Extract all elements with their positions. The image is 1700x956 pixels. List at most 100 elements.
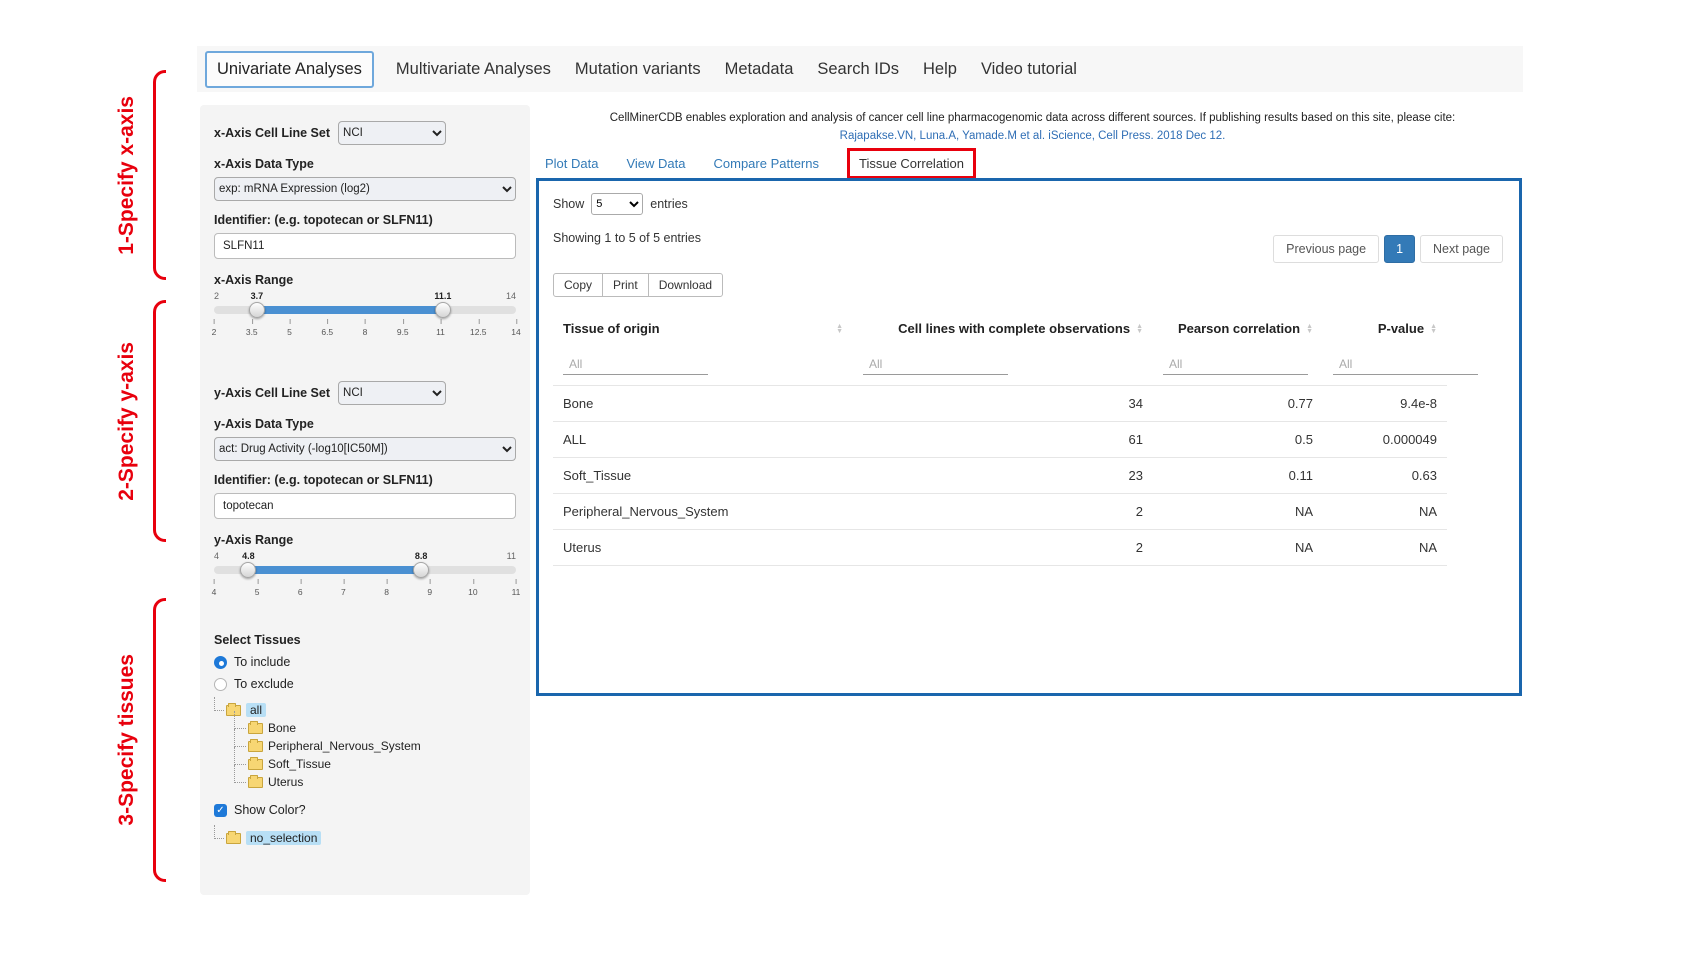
selection-tree: no_selection (214, 829, 516, 847)
slider-min-label: 2 (214, 291, 219, 301)
nav-tab-univariate-analyses[interactable]: Univariate Analyses (205, 51, 374, 88)
tissue-tree: all Bone Peripheral_Nervous_System Soft_… (214, 701, 516, 791)
slider-tick: 12.5 (470, 318, 487, 337)
slider-tick: 9 (427, 578, 432, 597)
cell-pearson: 0.11 (1153, 458, 1323, 494)
tab-tissue-correlation[interactable]: Tissue Correlation (847, 148, 976, 179)
tab-view-data[interactable]: View Data (626, 156, 685, 171)
control-sidebar: x-Axis Cell Line Set NCI x-Axis Data Typ… (200, 105, 530, 895)
radio-to-exclude[interactable]: To exclude (214, 677, 516, 691)
nav-tab-search-ids[interactable]: Search IDs (815, 56, 901, 83)
previous-page-button[interactable]: Previous page (1273, 235, 1379, 263)
y-cell-line-set-label: y-Axis Cell Line Set (214, 386, 330, 400)
header-p-value[interactable]: P-value ▲▼ (1323, 313, 1447, 344)
filter-pvalue-input[interactable] (1333, 354, 1478, 375)
print-button[interactable]: Print (602, 273, 649, 297)
tree-node-bone[interactable]: Bone (214, 719, 516, 737)
table-row: ALL 61 0.5 0.000049 (553, 422, 1447, 458)
export-button-group: Copy Print Download (553, 273, 1505, 297)
folder-icon (226, 833, 241, 844)
cell-pvalue: 0.000049 (1323, 422, 1447, 458)
nav-tab-video-tutorial[interactable]: Video tutorial (979, 56, 1079, 83)
cell-tissue: ALL (553, 422, 853, 458)
y-identifier-input[interactable] (214, 493, 516, 519)
cell-pvalue: NA (1323, 494, 1447, 530)
cell-pvalue: 9.4e-8 (1323, 386, 1447, 422)
x-range-label: x-Axis Range (214, 273, 516, 287)
slider-handle-low[interactable] (240, 562, 256, 578)
slider-tick: 11 (512, 578, 521, 597)
x-identifier-label: Identifier: (e.g. topotecan or SLFN11) (214, 213, 516, 227)
tree-node-peripheral-nervous-system[interactable]: Peripheral_Nervous_System (214, 737, 516, 755)
filter-pearson-input[interactable] (1163, 354, 1308, 375)
download-button[interactable]: Download (648, 273, 723, 297)
slider-low-value: 4.8 (242, 551, 255, 561)
tree-node-all[interactable]: all (214, 701, 516, 719)
nav-tab-mutation-variants[interactable]: Mutation variants (573, 56, 703, 83)
slider-tick: 2 (212, 318, 217, 337)
slider-tick: 5 (287, 318, 292, 337)
slider-track[interactable] (214, 566, 516, 574)
slider-max-label: 11 (507, 551, 516, 561)
checkbox-checked-icon (214, 804, 227, 817)
annotation-specify-tissues: 3-Specify tissues (94, 598, 166, 882)
cell-pearson: 0.77 (1153, 386, 1323, 422)
page-1-button[interactable]: 1 (1384, 235, 1415, 263)
table-row: Uterus 2 NA NA (553, 530, 1447, 566)
cell-pearson: NA (1153, 494, 1323, 530)
radio-checked-icon (214, 656, 227, 669)
header-pearson-correlation[interactable]: Pearson correlation▲▼ (1153, 313, 1323, 344)
citation-reference-link[interactable]: Rajapakse.VN, Luna.A, Yamade.M et al. iS… (545, 128, 1520, 146)
y-data-type-select[interactable]: act: Drug Activity (-log10[IC50M]) (214, 437, 516, 461)
analysis-tabs: Plot Data View Data Compare Patterns Tis… (545, 148, 976, 179)
x-data-type-select[interactable]: exp: mRNA Expression (log2) (214, 177, 516, 201)
copy-button[interactable]: Copy (553, 273, 603, 297)
tree-node-uterus[interactable]: Uterus (214, 773, 516, 791)
tab-plot-data[interactable]: Plot Data (545, 156, 598, 171)
filter-observations-input[interactable] (863, 354, 1008, 375)
nav-tab-metadata[interactable]: Metadata (723, 56, 796, 83)
header-cell-lines-observations[interactable]: Cell lines with complete observations▲▼ (853, 313, 1153, 344)
slider-track[interactable] (214, 306, 516, 314)
tree-node-no-selection[interactable]: no_selection (214, 829, 516, 847)
next-page-button[interactable]: Next page (1420, 235, 1503, 263)
folder-icon (248, 723, 263, 734)
table-row: Bone 34 0.77 9.4e-8 (553, 386, 1447, 422)
sort-icon: ▲▼ (836, 324, 843, 334)
filter-tissue-input[interactable] (563, 354, 708, 375)
slider-max-label: 14 (506, 291, 516, 301)
slider-tick: 6 (298, 578, 303, 597)
header-label: P-value (1378, 321, 1424, 336)
cell-observations: 61 (853, 422, 1153, 458)
slider-fill (257, 306, 443, 314)
header-tissue-of-origin[interactable]: Tissue of origin▲▼ (553, 313, 853, 344)
annotation-specify-x-axis: 1-Specify x-axis (94, 70, 166, 280)
slider-tick: 8 (384, 578, 389, 597)
entries-count-select[interactable]: 5 (591, 193, 643, 215)
tissue-correlation-table: Tissue of origin▲▼ Cell lines with compl… (553, 313, 1447, 566)
cell-observations: 34 (853, 386, 1153, 422)
cell-tissue: Peripheral_Nervous_System (553, 494, 853, 530)
slider-grid: 2 3.5 5 6.5 8 9.5 11 12.5 14 (214, 318, 516, 342)
entries-label: entries (650, 197, 688, 211)
slider-handle-low[interactable] (249, 302, 265, 318)
x-data-type-label: x-Axis Data Type (214, 157, 516, 171)
show-color-checkbox[interactable]: Show Color? (214, 803, 516, 817)
cell-pearson: 0.5 (1153, 422, 1323, 458)
sort-icon: ▲▼ (1430, 324, 1437, 334)
slider-tick: 10 (468, 578, 477, 597)
slider-handle-high[interactable] (413, 562, 429, 578)
cell-pearson: NA (1153, 530, 1323, 566)
cell-tissue: Bone (553, 386, 853, 422)
tree-node-soft-tissue[interactable]: Soft_Tissue (214, 755, 516, 773)
x-cell-line-set-select[interactable]: NCI (338, 121, 446, 145)
nav-tab-help[interactable]: Help (921, 56, 959, 83)
tab-compare-patterns[interactable]: Compare Patterns (714, 156, 820, 171)
y-cell-line-set-select[interactable]: NCI (338, 381, 446, 405)
nav-tab-multivariate-analyses[interactable]: Multivariate Analyses (394, 56, 553, 83)
slider-low-value: 3.7 (251, 291, 264, 301)
bracket-shape (153, 300, 166, 542)
radio-to-include[interactable]: To include (214, 655, 516, 669)
slider-handle-high[interactable] (435, 302, 451, 318)
x-identifier-input[interactable] (214, 233, 516, 259)
